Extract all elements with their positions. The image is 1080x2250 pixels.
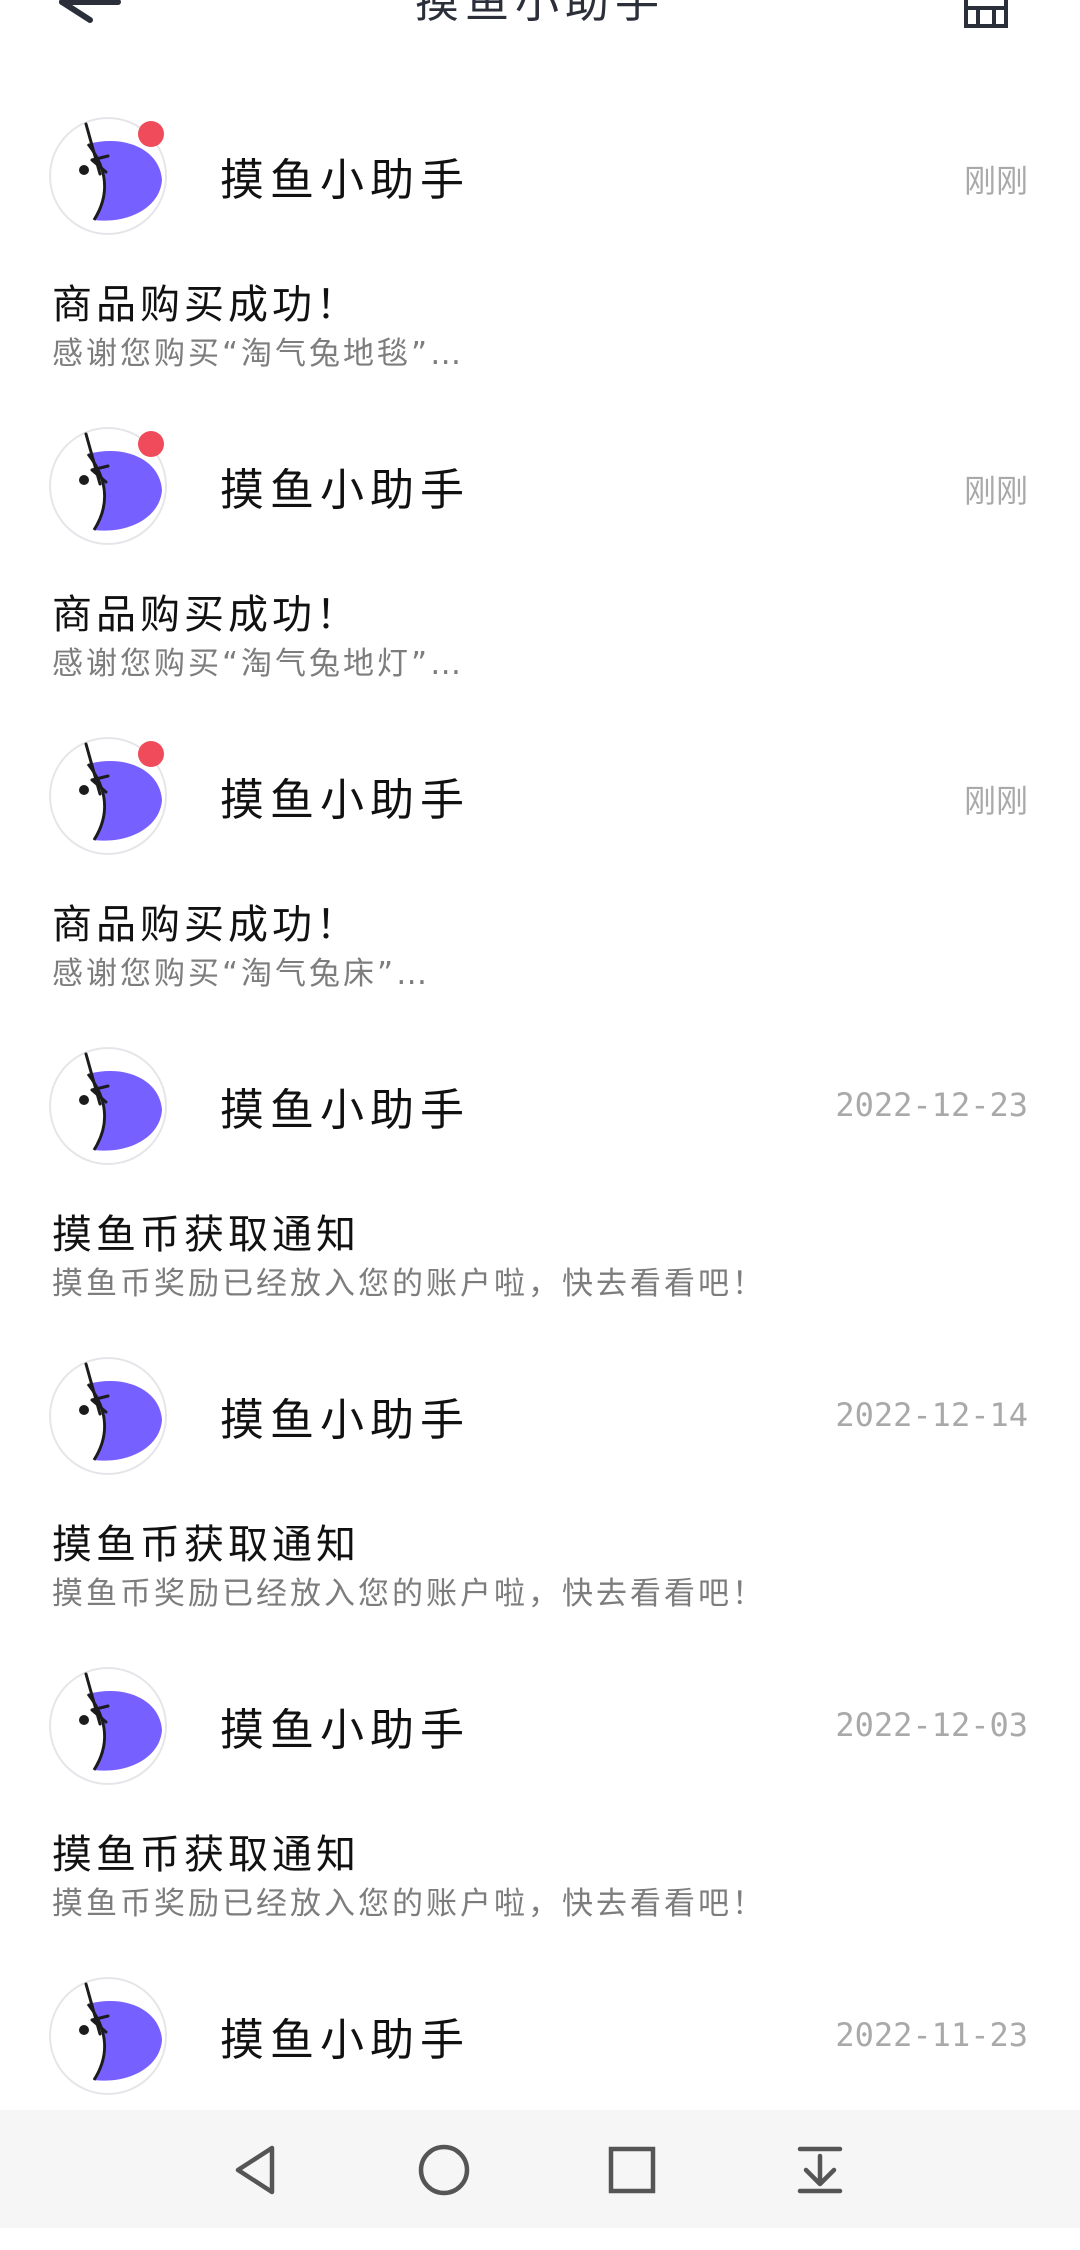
message-item[interactable]: 摸鱼小助手 2022-12-03 摸鱼币获取通知 摸鱼币奖励已经放入您的账户啦，… [0, 1630, 1080, 1940]
message-title: 商品购买成功！ [52, 592, 360, 638]
sender-name: 摸鱼小助手 [220, 2015, 470, 2066]
nav-notification-icon[interactable] [790, 2140, 850, 2200]
system-nav-bar [0, 2110, 1080, 2228]
message-time: 2022-12-14 [835, 1396, 1028, 1434]
avatar-with-unread-dot [48, 736, 168, 856]
avatar [48, 1356, 168, 1476]
avatar [48, 1046, 168, 1166]
message-title: 摸鱼币获取通知 [52, 1522, 360, 1568]
avatar-with-unread-dot [48, 426, 168, 546]
avatar [48, 1666, 168, 1786]
message-time: 刚刚 [963, 162, 1028, 200]
sender-name: 摸鱼小助手 [220, 465, 470, 516]
sender-name: 摸鱼小助手 [220, 1085, 470, 1136]
message-preview: 摸鱼币奖励已经放入您的账户啦，快去看看吧！ [52, 1576, 766, 1612]
message-title: 摸鱼币获取通知 [52, 1212, 360, 1258]
message-preview: 摸鱼币奖励已经放入您的账户啦，快去看看吧！ [52, 1266, 766, 1302]
message-list: 摸鱼小助手 刚刚 商品购买成功！ 感谢您购买“淘气兔地毯”… 摸鱼小助手 刚刚 … [0, 80, 1080, 2250]
nav-back-icon[interactable] [226, 2140, 286, 2200]
message-preview: 摸鱼币奖励已经放入您的账户啦，快去看看吧！ [52, 1886, 766, 1922]
message-title: 商品购买成功！ [52, 282, 360, 328]
nav-home-icon[interactable] [414, 2140, 474, 2200]
message-time: 刚刚 [963, 782, 1028, 820]
top-bar: 摸鱼小助手 [0, 0, 1080, 40]
message-time: 刚刚 [963, 472, 1028, 510]
message-item[interactable]: 摸鱼小助手 刚刚 商品购买成功！ 感谢您购买“淘气兔地灯”… [0, 390, 1080, 700]
sender-name: 摸鱼小助手 [220, 1395, 470, 1446]
message-item[interactable]: 摸鱼小助手 2022-12-23 摸鱼币获取通知 摸鱼币奖励已经放入您的账户啦，… [0, 1010, 1080, 1320]
sender-name: 摸鱼小助手 [220, 155, 470, 206]
avatar-with-unread-dot [48, 116, 168, 236]
message-item[interactable]: 摸鱼小助手 刚刚 商品购买成功！ 感谢您购买“淘气兔床”… [0, 700, 1080, 1010]
message-title: 摸鱼币获取通知 [52, 1832, 360, 1878]
message-time: 2022-12-23 [835, 1086, 1028, 1124]
broom-clear-icon[interactable] [960, 0, 1012, 32]
nav-recents-icon[interactable] [602, 2140, 662, 2200]
message-preview: 感谢您购买“淘气兔地毯”… [52, 336, 465, 372]
message-time: 2022-12-03 [835, 1706, 1028, 1744]
message-time: 2022-11-23 [835, 2016, 1028, 2054]
message-item[interactable]: 摸鱼小助手 2022-12-14 摸鱼币获取通知 摸鱼币奖励已经放入您的账户啦，… [0, 1320, 1080, 1630]
message-preview: 感谢您购买“淘气兔地灯”… [52, 646, 465, 682]
message-preview: 感谢您购买“淘气兔床”… [52, 956, 431, 992]
page-title: 摸鱼小助手 [415, 0, 665, 28]
message-item[interactable]: 摸鱼小助手 刚刚 商品购买成功！ 感谢您购买“淘气兔地毯”… [0, 80, 1080, 390]
avatar [48, 1976, 168, 2096]
sender-name: 摸鱼小助手 [220, 775, 470, 826]
sender-name: 摸鱼小助手 [220, 1705, 470, 1756]
message-title: 商品购买成功！ [52, 902, 360, 948]
